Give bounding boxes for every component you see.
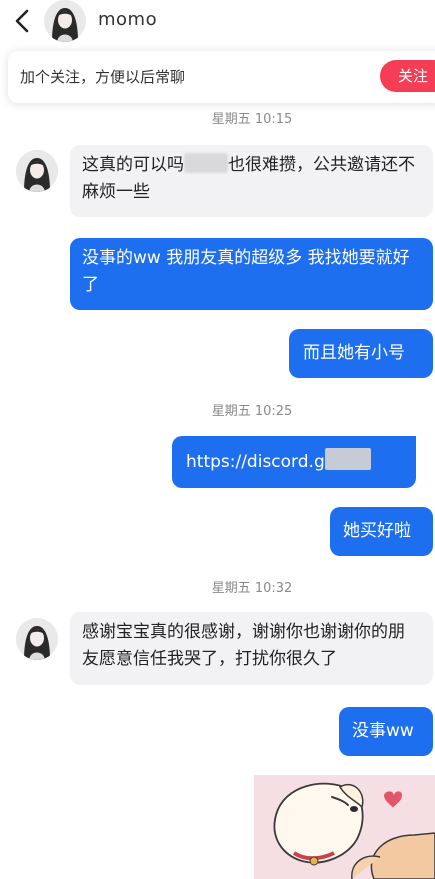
incoming-message[interactable]: 感谢宝宝真的很感谢，谢谢你也谢谢你的朋友愿意信任我哭了，打扰你很久了 bbox=[70, 612, 433, 685]
contact-avatar[interactable] bbox=[16, 618, 58, 660]
link-text[interactable]: https://discord.g bbox=[186, 452, 325, 472]
outgoing-message[interactable]: 她买好啦 bbox=[330, 507, 433, 556]
chat-header: momo bbox=[0, 0, 435, 44]
dog-sticker[interactable] bbox=[254, 775, 435, 879]
back-arrow-icon[interactable] bbox=[10, 8, 36, 34]
timestamp: 星期五 10:32 bbox=[211, 581, 293, 596]
outgoing-link-message[interactable]: https://discord.g bbox=[172, 436, 416, 488]
outgoing-message[interactable]: 而且她有小号 bbox=[289, 329, 433, 378]
outgoing-message[interactable]: 没事的ww 我朋友真的超级多 我找她要就好了 bbox=[70, 238, 433, 310]
message-text: 这真的可以吗 bbox=[82, 155, 184, 175]
timestamp: 星期五 10:15 bbox=[211, 112, 293, 127]
follow-button[interactable]: 关注 bbox=[380, 60, 435, 92]
contact-avatar[interactable] bbox=[16, 150, 58, 192]
contact-name: momo bbox=[98, 9, 158, 30]
contact-avatar[interactable] bbox=[44, 0, 86, 42]
redacted-text bbox=[324, 448, 371, 470]
redacted-text bbox=[184, 153, 228, 173]
incoming-message[interactable]: 这真的可以吗 也很难攒，公共邀请还不麻烦一些 bbox=[70, 145, 433, 217]
follow-prompt-card: 加个关注，方便以后常聊 关注 bbox=[8, 51, 435, 103]
timestamp: 星期五 10:25 bbox=[211, 404, 293, 419]
follow-prompt-text: 加个关注，方便以后常聊 bbox=[20, 68, 186, 86]
outgoing-message[interactable]: 没事ww bbox=[339, 707, 433, 756]
